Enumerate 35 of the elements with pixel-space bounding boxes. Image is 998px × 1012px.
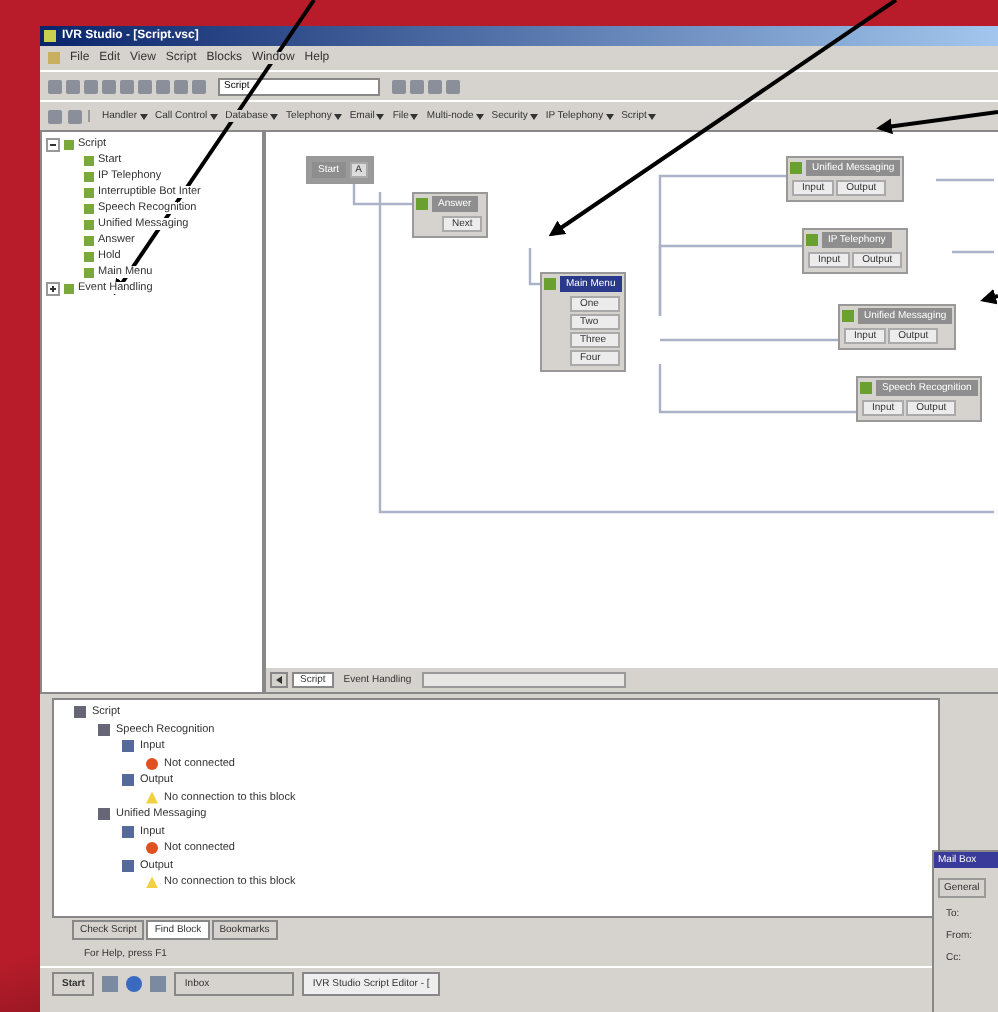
caret-icon [209, 113, 218, 119]
callout-arrow [980, 289, 998, 305]
horizontal-scrollbar[interactable] [421, 672, 626, 688]
error-icon [146, 757, 158, 770]
caret-icon [529, 113, 538, 119]
globe-icon[interactable] [126, 976, 143, 992]
caret-icon [475, 113, 484, 119]
warning-icon [146, 791, 158, 804]
port-icon [122, 859, 134, 872]
error-icon [146, 842, 158, 855]
caret-icon [648, 113, 657, 119]
block-icon [842, 310, 854, 322]
expand-icon[interactable] [46, 281, 60, 295]
block-icon [544, 278, 556, 290]
app-icon [44, 30, 56, 42]
scroll-left-button[interactable] [270, 672, 288, 688]
block-icon [806, 234, 818, 246]
block-icon [98, 808, 110, 821]
block-icon [416, 198, 428, 210]
port-icon [122, 740, 134, 753]
port-icon [122, 774, 134, 787]
block-icon [98, 723, 110, 736]
caret-icon [333, 113, 342, 119]
port-icon [122, 825, 134, 838]
caret-icon [605, 113, 614, 119]
caret-icon [376, 113, 385, 119]
block-icon [860, 382, 872, 394]
collapse-icon[interactable] [46, 137, 60, 151]
connector-line [936, 178, 994, 182]
block-icon [790, 162, 802, 174]
caret-icon [139, 113, 148, 119]
script-icon [74, 706, 86, 719]
warning-icon [146, 876, 158, 889]
caret-icon [270, 113, 279, 119]
caret-icon [410, 113, 419, 119]
